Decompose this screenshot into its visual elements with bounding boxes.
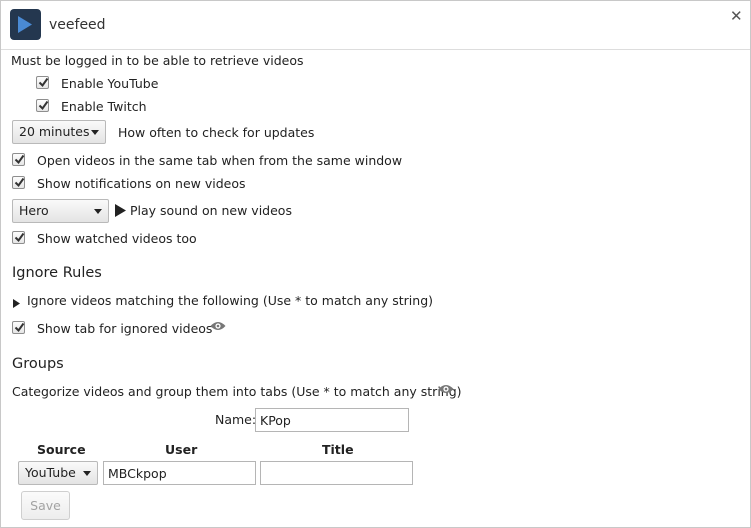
same-tab-checkbox[interactable] [12,153,25,166]
disclosure-triangle-icon[interactable] [13,296,20,311]
notifications-checkbox[interactable] [12,176,25,189]
login-note: Must be logged in to be able to retrieve… [11,53,304,68]
eye-icon[interactable] [438,383,454,398]
enable-youtube-checkbox[interactable] [36,76,49,89]
groups-heading: Groups [12,356,64,372]
app-title: veefeed [49,17,106,33]
title-input[interactable] [260,461,413,485]
enable-twitch-label: Enable Twitch [61,99,147,114]
group-name-label: Name: [215,412,257,427]
chevron-down-icon [94,209,102,214]
ignore-toggle-label[interactable]: Ignore videos matching the following (Us… [27,293,433,308]
notifications-label: Show notifications on new videos [37,176,246,191]
show-ignored-tab-label: Show tab for ignored videos [37,321,213,336]
column-header-title: Title [322,442,354,457]
veefeed-logo-icon [10,9,41,40]
interval-select[interactable]: 20 minutes [12,120,106,144]
enable-youtube-label: Enable YouTube [61,76,159,91]
play-sound-label: Play sound on new videos [130,203,292,218]
options-window: veefeed ✕ Must be logged in to be able t… [0,0,751,528]
ignore-rules-heading: Ignore Rules [12,265,102,281]
sound-select[interactable]: Hero [12,199,109,223]
source-select[interactable]: YouTube [18,461,98,485]
watched-checkbox[interactable] [12,231,25,244]
play-sound-icon[interactable] [115,204,126,220]
interval-label: How often to check for updates [118,125,315,140]
interval-select-value: 20 minutes [19,124,90,139]
chevron-down-icon [91,130,99,135]
chevron-down-icon [83,471,91,476]
source-select-value: YouTube [25,465,76,480]
save-button[interactable]: Save [21,491,70,520]
groups-description: Categorize videos and group them into ta… [12,384,462,399]
sound-select-value: Hero [19,203,49,218]
close-icon[interactable]: ✕ [730,7,743,25]
group-name-input[interactable] [255,408,409,432]
show-ignored-tab-checkbox[interactable] [12,321,25,334]
title-bar: veefeed ✕ [1,1,750,50]
same-tab-label: Open videos in the same tab when from th… [37,153,403,168]
enable-twitch-checkbox[interactable] [36,99,49,112]
watched-label: Show watched videos too [37,231,197,246]
eye-icon[interactable] [210,320,226,335]
column-header-source: Source [37,442,86,457]
user-input[interactable] [103,461,256,485]
column-header-user: User [165,442,198,457]
